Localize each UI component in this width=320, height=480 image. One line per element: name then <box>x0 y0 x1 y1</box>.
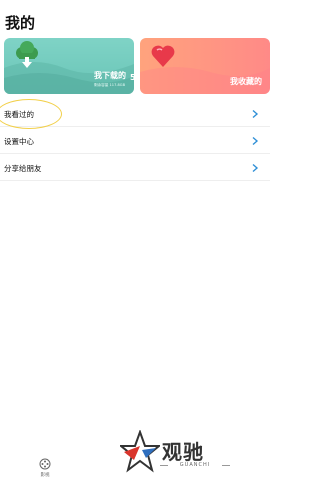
menu-item-label: 设置中心 <box>4 137 34 146</box>
watermark-title: 观驰 <box>162 440 204 464</box>
my-downloads-card[interactable]: 我下载的 剩余容量 117.8GB <box>4 38 134 94</box>
storage-remaining: 剩余容量 117.8GB <box>94 83 126 87</box>
downloads-count: 5 <box>130 73 136 82</box>
profile-page: 我的 我下载的 剩余容量 117.8GB 5 我收藏的 我看过的 设置中心 分享… <box>0 0 275 480</box>
chevron-right-icon <box>252 136 259 146</box>
star-logo-icon <box>120 430 160 473</box>
film-reel-icon <box>39 458 51 470</box>
page-title: 我的 <box>5 14 36 32</box>
tab-film[interactable]: 影视 <box>30 458 60 480</box>
watermark-subtitle: GUANCHI <box>179 462 211 468</box>
tab-label: 影视 <box>40 473 50 478</box>
my-favorites-card[interactable]: 我收藏的 <box>140 38 270 94</box>
watermark: 观驰 GUANCHI <box>120 428 232 476</box>
menu-item-settings[interactable]: 设置中心 <box>0 128 270 154</box>
chevron-right-icon <box>252 109 259 119</box>
menu-item-label: 分享给朋友 <box>4 164 42 173</box>
heart-icon <box>151 45 175 67</box>
menu-item-share[interactable]: 分享给朋友 <box>0 155 270 181</box>
chevron-right-icon <box>252 163 259 173</box>
tree-download-icon <box>16 41 38 68</box>
divider <box>222 465 230 466</box>
favorites-label: 我收藏的 <box>230 77 262 86</box>
downloads-label: 我下载的 <box>94 71 126 80</box>
